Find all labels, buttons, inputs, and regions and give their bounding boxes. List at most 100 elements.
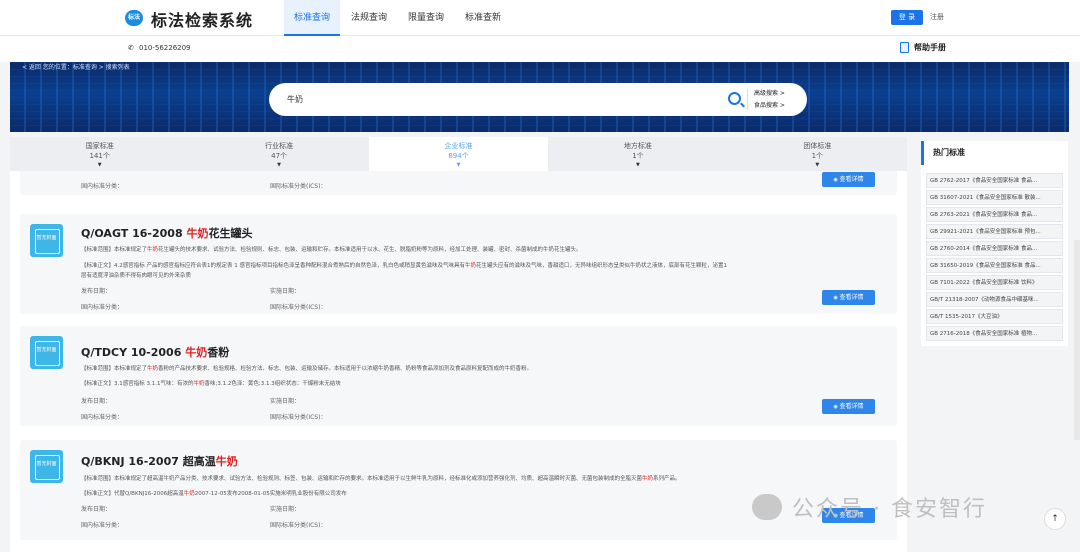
tab-count: 1个 (632, 152, 644, 160)
hot-standard-item[interactable]: GB 2760-2014《食品安全国家标准 食品... (926, 241, 1063, 256)
domestic-class-label: 国内标准分类： (81, 183, 124, 190)
view-detail-button[interactable]: 查看详情 (822, 290, 875, 305)
phone-info: ✆ 010-56226209 (128, 44, 191, 52)
search-divider (747, 89, 748, 110)
search-value: 牛奶 (287, 95, 303, 104)
nav-standard-novelty[interactable]: 标准查新 (455, 0, 511, 36)
hot-standard-item[interactable]: GB 31607-2021《食品安全国家标准 散装... (926, 190, 1063, 205)
title-highlight: 牛奶 (215, 455, 238, 468)
book-cover-icon: 暂无封面 (30, 224, 63, 257)
view-detail-button[interactable]: 查看详情 (822, 399, 875, 414)
scope-b: 系列产品。 (653, 476, 681, 482)
nav-regulation-query[interactable]: 法规查询 (341, 0, 397, 36)
caret-down-icon: ▼ (97, 162, 102, 168)
standard-code: Q/TDCY 10-2006 (81, 346, 182, 359)
help-manual-link[interactable]: 帮助手册 (900, 42, 946, 53)
hot-standard-item[interactable]: GB 2763-2021《食品安全国家标准 食品... (926, 207, 1063, 222)
search-input[interactable]: 牛奶 高级搜索 > 食品搜索 > (269, 83, 807, 116)
result-card: 暂无封面 Q/BKNJ 16-2007 超高温牛奶 【标准范围】本标准规定了超高… (20, 440, 897, 540)
text-highlight: 牛奶 (193, 381, 205, 387)
text-a: 【标准正文】代替Q/BKNJ16-2006超高温 (81, 491, 184, 497)
body-text: 【标准正文】代替Q/BKNJ16-2006超高温牛奶2007-12-05发布20… (81, 489, 347, 497)
search-options: 高级搜索 > 食品搜索 > (754, 88, 785, 112)
logo-text: 标法检索系统 (151, 11, 254, 30)
text-b: 香味;3.1.2色泽：黄色;3.1.3组织状态：干爆粉末无结块 (204, 381, 341, 387)
tab-local[interactable]: 地方标准 1个 ▼ (548, 137, 727, 171)
tab-national[interactable]: 国家标准 141个 ▼ (10, 137, 189, 171)
text-highlight: 牛奶 (465, 263, 477, 269)
domestic-class-label: 国内标准分类： (81, 414, 124, 421)
register-link[interactable]: 注册 (930, 12, 944, 22)
scope-highlight: 牛奶 (147, 366, 159, 372)
caret-down-icon: ▼ (815, 162, 820, 168)
tab-group[interactable]: 团体标准 1个 ▼ (728, 137, 907, 171)
food-search-link[interactable]: 食品搜索 > (754, 100, 785, 112)
tab-label: 地方标准 (623, 142, 652, 150)
back-to-top-button[interactable]: ↑ (1044, 508, 1066, 530)
category-tabs: 国家标准 141个 ▼ 行业标准 47个 ▼ 企业标准 894个 ▼ 地方标准 1个 ▼ 团体标… (10, 137, 907, 171)
tab-enterprise[interactable]: 企业标准 894个 ▼ (368, 137, 549, 171)
publish-date-label: 发布日期： (81, 506, 112, 513)
hot-standard-item[interactable]: GB 29921-2021《食品安全国家标准 预包... (926, 224, 1063, 239)
document-icon (900, 42, 909, 53)
nav-limit-query[interactable]: 限量查询 (398, 0, 454, 36)
tab-count: 141个 (89, 152, 110, 160)
tab-count: 47个 (271, 152, 288, 160)
book-cover-icon: 暂无封面 (30, 336, 63, 369)
hot-standard-item[interactable]: GB 2762-2017《食品安全国家标准 食品... (926, 173, 1063, 188)
scope-text: 【标准范围】本标准规定了超高温牛奶产品分类、技术要求、试验方法、检验规则、标签、… (81, 474, 681, 482)
nav-standard-query[interactable]: 标准查询 (284, 0, 341, 36)
hot-standard-item[interactable]: GB/T 21318-2007《动物源食品中磺基咪... (926, 292, 1063, 307)
ics-label: 国际标准分类(ICS)： (270, 304, 327, 311)
publish-date-label: 发布日期： (81, 398, 112, 405)
top-navbar: 标法 标法检索系统 标准查询 法规查询 限量查询 标准查新 登 录 注册 (0, 0, 1080, 36)
hot-standard-item[interactable]: GB 31650-2019《食品安全国家标准 食品... (926, 258, 1063, 273)
phone-number: 010-56226209 (139, 44, 191, 52)
login-button[interactable]: 登 录 (891, 10, 923, 25)
scope-a: 【标准范围】本标准规定了 (81, 247, 148, 253)
title-highlight: 牛奶 (186, 227, 209, 240)
ics-label: 国际标准分类(ICS)： (270, 414, 327, 421)
standard-code: Q/OAGT 16-2008 (81, 227, 183, 240)
scrollbar[interactable] (1074, 240, 1080, 440)
caret-down-icon: ▼ (456, 162, 461, 168)
title-highlight: 牛奶 (185, 346, 208, 359)
hot-standard-item[interactable]: GB/T 1535-2017《大豆油》 (926, 309, 1063, 324)
result-title[interactable]: Q/OAGT 16-2008 牛奶花生罐头 (81, 225, 252, 241)
text-b: 2007-12-05发布2008-01-05实施米明乳业股份有限公司发布 (194, 491, 347, 497)
hot-standard-item[interactable]: GB 2716-2018《食品安全国家标准 植物... (926, 326, 1063, 341)
help-manual-label: 帮助手册 (914, 43, 946, 52)
title-rest: 香粉 (207, 346, 230, 359)
breadcrumb[interactable]: < 返回 您的位置：标准查询 > 搜索列表 (22, 62, 130, 71)
logo-icon: 标法 (125, 10, 143, 26)
body-text-cont: 层有适度浮油杂质不得有肉眼可见的外来杂质 (81, 273, 192, 279)
body-text: 【标准正文】4.2感官指标 产品的感官指标应符合表1的规定表 1 感官指标项目指… (81, 261, 727, 269)
tab-count: 1个 (811, 152, 824, 160)
publish-date-label: 发布日期： (81, 288, 112, 295)
tab-count: 894个 (448, 152, 469, 160)
implement-date-label: 实施日期： (270, 398, 301, 405)
caret-down-icon: ▼ (277, 162, 282, 168)
scope-highlight: 牛奶 (642, 476, 654, 482)
scope-a: 【标准范围】本标准规定了 (81, 366, 148, 372)
main-nav: 标准查询 法规查询 限量查询 标准查新 (284, 0, 512, 36)
search-banner: < 返回 您的位置：标准查询 > 搜索列表 牛奶 高级搜索 > 食品搜索 > (10, 62, 1069, 132)
title-rest: 花生罐头 (208, 227, 253, 240)
scope-a: 【标准范围】本标准规定了超高温牛奶产品分类、技术要求、试验方法、检验规则、标签、… (81, 476, 643, 482)
tab-industry[interactable]: 行业标准 47个 ▼ (189, 137, 368, 171)
view-detail-button[interactable]: 查看详情 (822, 172, 875, 187)
domestic-class-label: 国内标准分类： (81, 304, 124, 311)
implement-date-label: 实施日期： (270, 506, 301, 513)
hot-standard-item[interactable]: GB 7101-2022《食品安全国家标准 饮料》 (926, 275, 1063, 290)
tab-label: 企业标准 (444, 142, 473, 150)
advanced-search-link[interactable]: 高级搜索 > (754, 88, 785, 100)
sub-header: ✆ 010-56226209 帮助手册 (0, 36, 1080, 62)
text-highlight: 牛奶 (183, 491, 195, 497)
book-cover-icon: 暂无封面 (30, 450, 63, 483)
result-title[interactable]: Q/BKNJ 16-2007 超高温牛奶 (81, 453, 238, 469)
result-title[interactable]: Q/TDCY 10-2006 牛奶香粉 (81, 344, 229, 360)
implement-date-label: 实施日期： (270, 288, 301, 295)
scope-text: 【标准范围】本标准规定了牛奶花生罐头的技术要求、试验方法、检验规则、标志、包装、… (81, 245, 582, 253)
scope-text: 【标准范围】本标准规定了牛奶香粉的产品技术要求、检验规格、检验方法、标志、包装、… (81, 364, 532, 372)
search-icon[interactable] (728, 92, 741, 105)
